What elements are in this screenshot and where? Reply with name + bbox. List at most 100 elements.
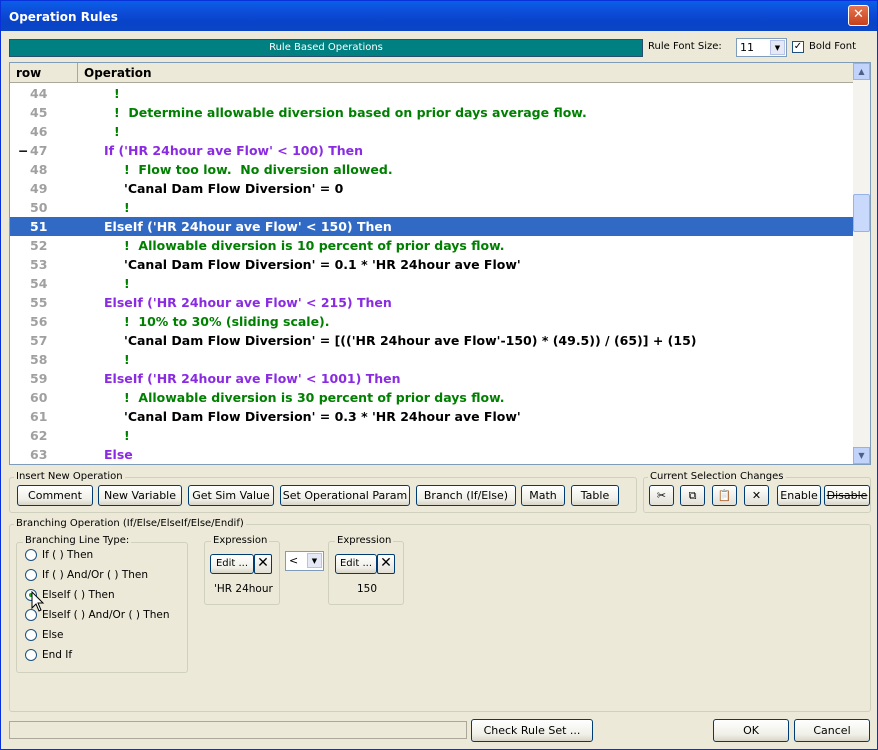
table-row[interactable]: 57 'Canal Dam Flow Diversion' = [(('HR 24… <box>10 331 855 350</box>
operation-text: 'Canal Dam Flow Diversion' = [(('HR 24ho… <box>124 333 697 348</box>
column-header-operation[interactable]: Operation <box>78 63 855 83</box>
table-row[interactable]: 53 'Canal Dam Flow Diversion' = 0.1 * 'HR… <box>10 255 855 274</box>
insert-operation-legend: Insert New Operation <box>14 471 125 482</box>
branch-type-label[interactable]: End If <box>42 649 72 661</box>
cut-icon[interactable]: ✂ <box>649 485 674 506</box>
edit-expression-1-button[interactable]: Edit ... <box>210 554 254 574</box>
branch-type-label[interactable]: If ( ) Then <box>42 549 93 561</box>
branch-type-label[interactable]: Else <box>42 629 63 641</box>
table-row[interactable]: 54! <box>10 274 855 293</box>
chevron-down-icon[interactable]: ▼ <box>307 553 322 568</box>
branch-type-radio[interactable] <box>25 549 37 561</box>
table-row[interactable]: 58! <box>10 350 855 369</box>
scroll-down-icon[interactable]: ▼ <box>853 447 870 464</box>
table-row[interactable]: 56 ! 10% to 30% (sliding scale). <box>10 312 855 331</box>
operation-text: ! <box>124 200 130 215</box>
operation-text: Else <box>104 447 133 462</box>
table-row[interactable]: 62! <box>10 426 855 445</box>
branch-type-label[interactable]: ElseIf ( ) Then <box>42 589 115 601</box>
table-row[interactable]: 59 ElseIf ('HR 24hour ave Flow' < 1001) T… <box>10 369 855 388</box>
table-row[interactable]: 60 ! Allowable diversion is 30 percent of… <box>10 388 855 407</box>
table-row[interactable]: −47 If ('HR 24hour ave Flow' < 100) Then <box>10 141 855 160</box>
ok-button[interactable]: OK <box>713 719 789 742</box>
branch-type-label[interactable]: ElseIf ( ) And/Or ( ) Then <box>42 609 170 621</box>
operation-text: ! 10% to 30% (sliding scale). <box>124 314 330 329</box>
grid-header: row Operation <box>10 63 855 83</box>
operation-text: 'Canal Dam Flow Diversion' = 0.1 * 'HR 2… <box>124 257 521 272</box>
bold-font-checkbox[interactable]: ✓ <box>792 41 804 53</box>
rule-font-size-select[interactable]: 11 ▼ <box>736 38 787 57</box>
comment-button[interactable]: Comment <box>17 485 93 506</box>
branch-type-radio[interactable] <box>25 569 37 581</box>
rule-based-operations-banner: Rule Based Operations <box>9 39 643 57</box>
math-button[interactable]: Math <box>521 485 565 506</box>
table-row[interactable]: 61 'Canal Dam Flow Diversion' = 0.3 * 'HR… <box>10 407 855 426</box>
branching-operation-legend: Branching Operation (If/Else/ElseIf/Else… <box>14 518 246 529</box>
table-row[interactable]: 52 ! Allowable diversion is 10 percent of… <box>10 236 855 255</box>
vertical-scrollbar[interactable]: ▲ ▼ <box>853 63 870 464</box>
bold-font-label: Bold Font <box>809 41 857 52</box>
clear-expression-2-icon[interactable]: ✕ <box>377 554 395 574</box>
row-number: 56 <box>30 314 48 329</box>
table-row[interactable]: 50! <box>10 198 855 217</box>
table-row[interactable]: 49 'Canal Dam Flow Diversion' = 0 <box>10 179 855 198</box>
row-number: 51 <box>30 219 48 234</box>
operation-text: ! <box>124 276 130 291</box>
row-number: 62 <box>30 428 48 443</box>
row-number: 63 <box>30 447 48 462</box>
table-row[interactable]: 63 Else <box>10 445 855 464</box>
operation-text: ! <box>114 86 120 101</box>
table-row[interactable]: 44! <box>10 84 855 103</box>
scroll-up-icon[interactable]: ▲ <box>853 63 870 80</box>
check-rule-set-button[interactable]: Check Rule Set ... <box>471 719 593 742</box>
branch-if-else-button[interactable]: Branch (If/Else) <box>416 485 516 506</box>
branch-type-radio[interactable] <box>25 649 37 661</box>
scroll-thumb[interactable] <box>853 194 870 232</box>
table-row[interactable]: 48 ! Flow too low. No diversion allowed. <box>10 160 855 179</box>
table-row[interactable]: 45 ! Determine allowable diversion based … <box>10 103 855 122</box>
edit-expression-2-button[interactable]: Edit ... <box>335 554 377 574</box>
column-header-row[interactable]: row <box>10 63 78 83</box>
copy-icon[interactable]: ⧉ <box>680 485 705 506</box>
new-variable-button[interactable]: New Variable <box>98 485 182 506</box>
operation-text: ! Allowable diversion is 10 percent of p… <box>124 238 505 253</box>
branch-type-label[interactable]: If ( ) And/Or ( ) Then <box>42 569 148 581</box>
rule-font-size-value: 11 <box>740 41 754 54</box>
row-number: 58 <box>30 352 48 367</box>
disable-button[interactable]: Disable <box>824 485 870 506</box>
operation-text: ElseIf ('HR 24hour ave Flow' < 1001) The… <box>104 371 401 386</box>
rule-font-size-label: Rule Font Size: <box>648 41 722 52</box>
operation-text: ! <box>114 124 120 139</box>
table-button[interactable]: Table <box>571 485 619 506</box>
get-sim-value-button[interactable]: Get Sim Value <box>188 485 274 506</box>
expression-1-value: 'HR 24hour <box>214 583 273 595</box>
operator-select[interactable]: < ▼ <box>285 551 324 571</box>
operation-text: ElseIf ('HR 24hour ave Flow' < 215) Then <box>104 295 392 310</box>
operation-text: 'Canal Dam Flow Diversion' = 0.3 * 'HR 2… <box>124 409 521 424</box>
clear-expression-1-icon[interactable]: ✕ <box>254 554 272 574</box>
expression-2-value: 150 <box>357 583 378 595</box>
table-row[interactable]: 51 ElseIf ('HR 24hour ave Flow' < 150) Th… <box>10 217 855 236</box>
close-button[interactable]: ✕ <box>848 5 869 26</box>
row-number: 46 <box>30 124 48 139</box>
row-number: 50 <box>30 200 48 215</box>
table-row[interactable]: 55 ElseIf ('HR 24hour ave Flow' < 215) Th… <box>10 293 855 312</box>
row-number: 48 <box>30 162 48 177</box>
title-bar[interactable]: Operation Rules ✕ <box>1 1 877 31</box>
paste-icon[interactable]: 📋 <box>712 485 737 506</box>
enable-button[interactable]: Enable <box>777 485 821 506</box>
operations-grid[interactable]: row Operation 44! 45 ! Determine allowable… <box>9 62 871 465</box>
delete-icon[interactable]: ✕ <box>744 485 769 506</box>
branch-type-radio[interactable] <box>25 629 37 641</box>
row-number: 55 <box>30 295 48 310</box>
operation-text: ! Allowable diversion is 30 percent of p… <box>124 390 505 405</box>
set-operational-param-button[interactable]: Set Operational Param <box>280 485 410 506</box>
chevron-down-icon[interactable]: ▼ <box>770 40 785 55</box>
window-title: Operation Rules <box>9 10 118 24</box>
collapse-icon[interactable]: − <box>18 141 28 160</box>
table-row[interactable]: 46! <box>10 122 855 141</box>
branching-line-type-legend: Branching Line Type: <box>23 535 132 546</box>
cancel-button[interactable]: Cancel <box>794 719 870 742</box>
row-number: 59 <box>30 371 48 386</box>
status-bar <box>9 721 467 739</box>
